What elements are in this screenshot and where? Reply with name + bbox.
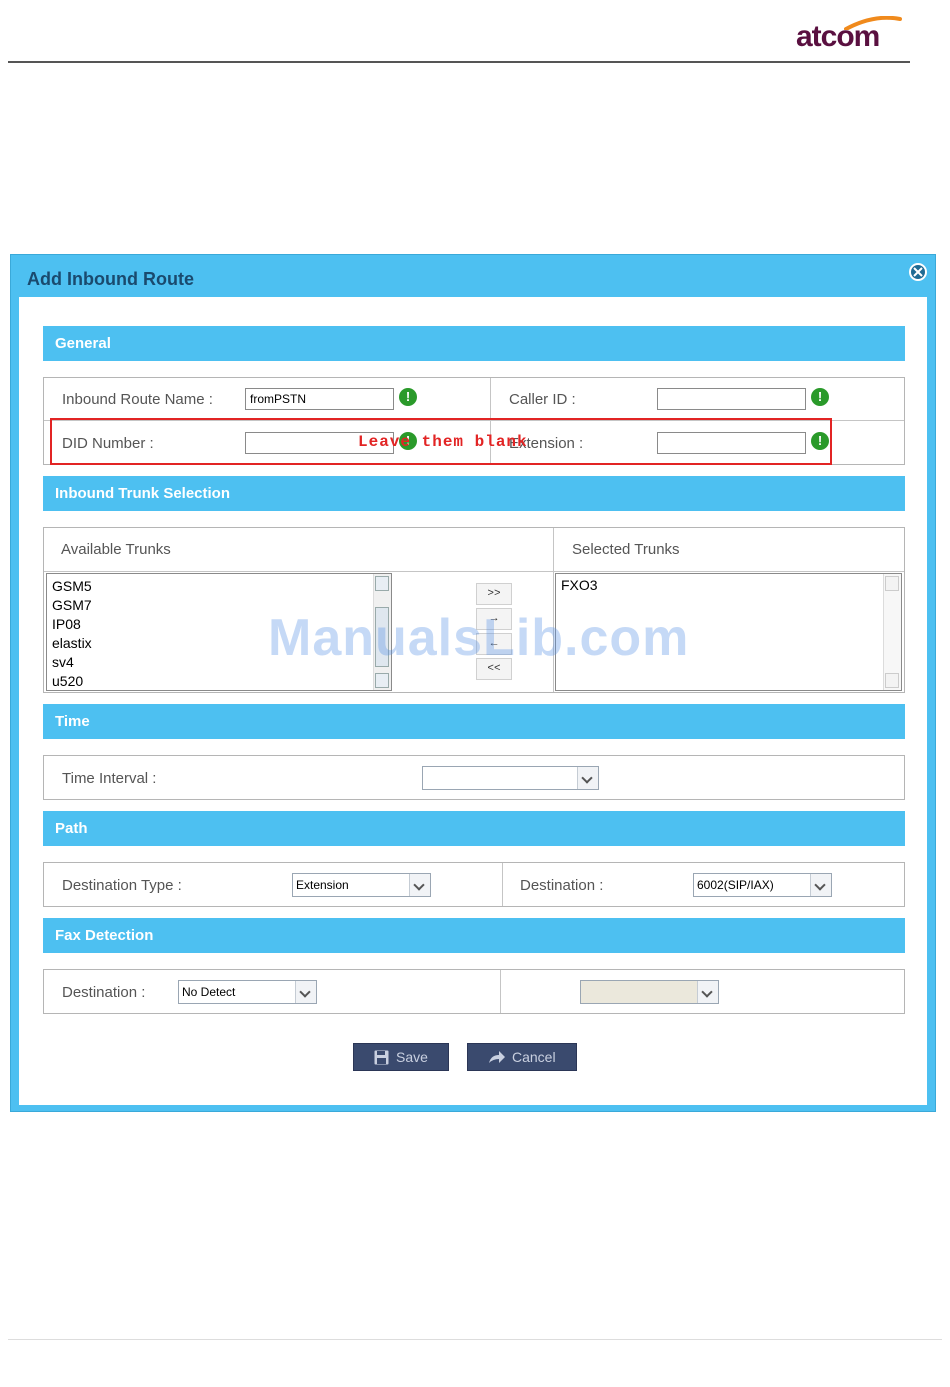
destination-type-select[interactable]: Extension: [292, 873, 431, 897]
chevron-down-icon: [810, 874, 831, 896]
list-item[interactable]: FXO3: [556, 576, 901, 595]
chevron-down-icon: [577, 767, 598, 789]
chevron-down-icon: [697, 981, 718, 1003]
list-item[interactable]: GSM5: [47, 577, 391, 596]
caller-id-input[interactable]: [657, 388, 806, 410]
panel-divider: [500, 970, 501, 1013]
panel-divider: [502, 863, 503, 906]
save-button[interactable]: Save: [353, 1043, 449, 1071]
footer-divider: [8, 1339, 942, 1340]
section-trunk-selection: Inbound Trunk Selection: [43, 476, 905, 511]
destination-select[interactable]: 6002(SIP/IAX): [693, 873, 832, 897]
section-fax-detection: Fax Detection: [43, 918, 905, 953]
path-panel: Destination Type : Extension Destination…: [43, 862, 905, 907]
scroll-up-icon[interactable]: [885, 576, 899, 591]
scroll-down-icon[interactable]: [375, 673, 389, 688]
watermark: ManualsLib.com: [268, 609, 690, 667]
dialog-title: Add Inbound Route: [27, 269, 194, 289]
redo-arrow-icon: [489, 1051, 505, 1063]
section-path: Path: [43, 811, 905, 846]
valid-icon: [811, 388, 829, 406]
route-name-label: Inbound Route Name :: [62, 391, 213, 408]
selected-trunks-label: Selected Trunks: [572, 541, 680, 558]
add-inbound-route-dialog: Add Inbound Route General Inbound Route …: [10, 254, 936, 1112]
fax-secondary-select[interactable]: [580, 980, 719, 1004]
available-trunks-label: Available Trunks: [61, 541, 171, 558]
time-interval-label: Time Interval :: [62, 770, 157, 787]
chevron-down-icon: [295, 981, 316, 1003]
section-general: General: [43, 326, 905, 361]
add-all-button[interactable]: >>: [476, 583, 512, 605]
header-divider: [8, 61, 910, 63]
chevron-down-icon: [409, 874, 430, 896]
cancel-label: Cancel: [512, 1049, 556, 1065]
cancel-button[interactable]: Cancel: [467, 1043, 577, 1071]
atcom-logo: atcom: [796, 14, 906, 54]
list-item[interactable]: u520: [47, 672, 391, 690]
fax-destination-label: Destination :: [62, 984, 146, 1001]
floppy-disk-icon: [374, 1050, 389, 1065]
section-time: Time: [43, 704, 905, 739]
scroll-down-icon[interactable]: [885, 673, 899, 688]
caller-id-label: Caller ID :: [509, 391, 576, 408]
fax-destination-select[interactable]: No Detect: [178, 980, 317, 1004]
save-label: Save: [396, 1049, 428, 1065]
annotation-text: Leave them blank: [358, 433, 528, 451]
route-name-input[interactable]: [245, 388, 394, 410]
close-icon[interactable]: [909, 263, 927, 281]
time-interval-select[interactable]: [422, 766, 599, 790]
scrollbar[interactable]: [883, 574, 901, 690]
scroll-up-icon[interactable]: [375, 576, 389, 591]
fax-panel: Destination : No Detect: [43, 969, 905, 1014]
destination-label: Destination :: [520, 877, 604, 894]
logo-text: atcom: [796, 20, 880, 53]
destination-type-label: Destination Type :: [62, 877, 182, 894]
valid-icon: [399, 388, 417, 406]
time-panel: Time Interval :: [43, 755, 905, 800]
panel-divider: [44, 571, 904, 572]
